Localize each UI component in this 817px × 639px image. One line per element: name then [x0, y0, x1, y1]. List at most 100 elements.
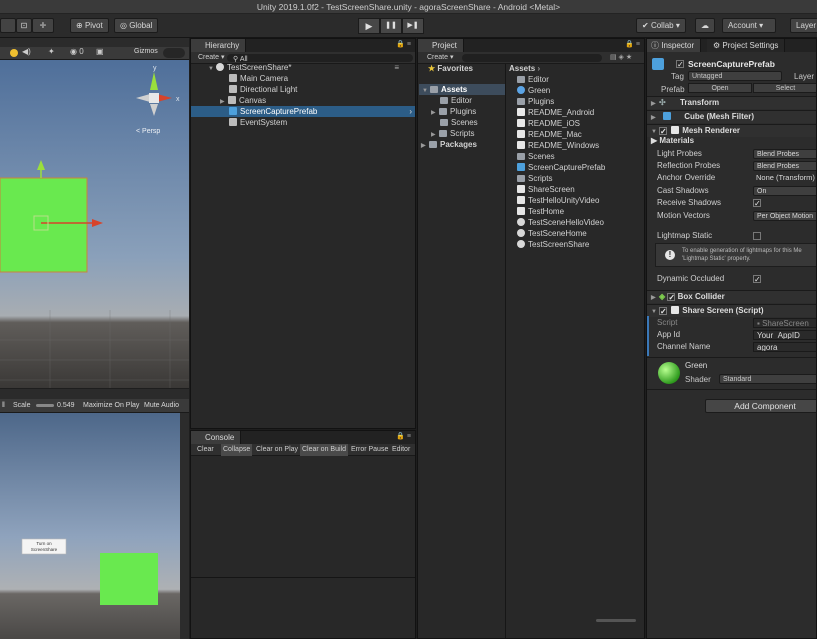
- expand-triangle-icon[interactable]: ▶: [651, 292, 659, 304]
- channel-name-field[interactable]: agora: [753, 342, 816, 352]
- game-scrollbar[interactable]: [180, 413, 189, 639]
- asset-item[interactable]: TestSceneHome: [517, 228, 587, 239]
- share-screen-component-header[interactable]: ▼ ✓ Share Screen (Script): [647, 304, 816, 317]
- game-view[interactable]: ‖ Scale 0.549 Maximize On Play Mute Audi…: [0, 389, 189, 639]
- light-probes-dropdown[interactable]: Blend Probes: [753, 149, 816, 159]
- box-collider-component-header[interactable]: ▶ ◈ ✓ Box Collider: [647, 290, 816, 303]
- box-collider-enabled-checkbox[interactable]: ✓: [667, 293, 676, 302]
- inspector-tab[interactable]: ⓘ Inspector: [647, 39, 702, 52]
- mesh-renderer-enabled-checkbox[interactable]: ✓: [659, 127, 667, 136]
- project-search-field[interactable]: [462, 54, 602, 62]
- material-preview-sphere[interactable]: [658, 362, 680, 384]
- rect-tool-button[interactable]: ⊡: [16, 18, 32, 33]
- expand-triangle-icon[interactable]: ▼: [422, 86, 430, 97]
- asset-item[interactable]: Green: [517, 85, 550, 96]
- scene-viewport[interactable]: y x < Persp: [0, 60, 189, 388]
- gizmos-dropdown[interactable]: Gizmos: [134, 48, 158, 55]
- favorites-row[interactable]: ★ Favorites: [428, 63, 473, 74]
- scene-search-field[interactable]: [163, 48, 185, 58]
- scene-view[interactable]: ◀) ✦ ◉ 0 ▣ Gizmos y x < Persp: [0, 38, 189, 388]
- expand-triangle-icon[interactable]: ▶: [431, 108, 439, 119]
- cloud-button[interactable]: ☁: [695, 18, 715, 33]
- scale-slider[interactable]: [36, 404, 54, 407]
- active-checkbox[interactable]: ✓: [676, 60, 684, 69]
- console-clear-button[interactable]: Clear: [197, 444, 214, 456]
- share-screen-enabled-checkbox[interactable]: ✓: [659, 307, 667, 316]
- tree-assets-row[interactable]: ▼ Assets: [419, 84, 505, 95]
- dynamic-occluded-checkbox[interactable]: ✓: [753, 275, 761, 284]
- asset-item[interactable]: Editor: [517, 74, 549, 85]
- hierarchy-menu-icon[interactable]: 🔒 ≡: [396, 40, 411, 48]
- asset-item[interactable]: ScreenCapturePrefab: [517, 162, 605, 173]
- prefab-open-button[interactable]: Open: [688, 83, 752, 93]
- project-split-divider[interactable]: [505, 64, 506, 638]
- motion-vectors-dropdown[interactable]: Per Object Motion: [753, 211, 816, 221]
- console-menu-icon[interactable]: 🔒 ≡: [396, 432, 411, 440]
- project-menu-icon[interactable]: 🔒 ≡: [625, 40, 640, 48]
- project-settings-tab[interactable]: ⚙ Project Settings: [707, 39, 786, 52]
- asset-item[interactable]: Scripts: [517, 173, 552, 184]
- chevron-right-icon[interactable]: ›: [409, 106, 412, 117]
- tree-item-plugins[interactable]: ▶ Plugins: [431, 106, 476, 117]
- audio-toggle-icon[interactable]: ◀): [22, 47, 31, 56]
- console-divider[interactable]: [191, 577, 415, 578]
- hierarchy-item-canvas[interactable]: ▶ Canvas: [191, 95, 415, 106]
- pivot-toggle[interactable]: ⊕ Pivot: [70, 18, 109, 33]
- asset-item[interactable]: TestSceneHelloVideo: [517, 217, 604, 228]
- app-id-field[interactable]: Your_AppID: [753, 330, 816, 340]
- hierarchy-scene-row[interactable]: ▼ TestScreenShare* ≡: [191, 62, 415, 73]
- hierarchy-item-main-camera[interactable]: Main Camera: [191, 73, 415, 84]
- asset-item[interactable]: TestHome: [517, 206, 564, 217]
- step-button[interactable]: ▶❚: [402, 18, 424, 34]
- project-tab[interactable]: Project: [418, 39, 464, 52]
- console-clear-on-build-button[interactable]: Clear on Build: [300, 444, 348, 456]
- tree-item-scenes[interactable]: Scenes: [440, 117, 478, 128]
- scene-menu-icon[interactable]: ≡: [394, 62, 399, 73]
- pause-button[interactable]: ❚❚: [380, 18, 402, 34]
- collab-dropdown[interactable]: ✔ Collab ▾: [636, 18, 686, 33]
- hierarchy-tab[interactable]: Hierarchy: [191, 39, 247, 52]
- tag-dropdown[interactable]: Untagged: [688, 71, 782, 81]
- display-dropdown[interactable]: ‖: [2, 399, 5, 413]
- console-error-pause-button[interactable]: Error Pause: [351, 444, 388, 456]
- asset-item[interactable]: Plugins: [517, 96, 554, 107]
- hierarchy-search-field[interactable]: ⚲ All: [227, 54, 413, 63]
- icon-size-slider[interactable]: [596, 619, 636, 622]
- materials-foldout[interactable]: ▶ Materials: [651, 136, 694, 145]
- account-dropdown[interactable]: Account ▾: [722, 18, 776, 33]
- scene-cube[interactable]: [0, 177, 88, 273]
- expand-triangle-icon[interactable]: ▶: [651, 112, 659, 124]
- layers-dropdown[interactable]: Layer: [790, 18, 817, 33]
- mesh-filter-component-header[interactable]: ▶ Cube (Mesh Filter): [647, 110, 816, 123]
- prefab-select-button[interactable]: Select: [753, 83, 816, 93]
- shader-dropdown[interactable]: Standard: [719, 374, 816, 384]
- transform-component-header[interactable]: ▶ ✣ Transform: [647, 96, 816, 109]
- tree-item-scripts[interactable]: ▶ Scripts: [431, 128, 474, 139]
- asset-item[interactable]: ShareScreen: [517, 184, 575, 195]
- play-button[interactable]: ▶: [358, 18, 380, 34]
- hierarchy-item-screencaptureprefab[interactable]: ScreenCapturePrefab ›: [191, 106, 415, 117]
- asset-item[interactable]: TestScreenShare: [517, 239, 589, 250]
- filter-icons[interactable]: ▤ ◈ ★: [610, 52, 632, 64]
- hand-tool-button[interactable]: [0, 18, 16, 33]
- receive-shadows-checkbox[interactable]: ✓: [753, 199, 761, 208]
- asset-item[interactable]: TestHelloUnityVideo: [517, 195, 599, 206]
- camera-settings-icon[interactable]: ▣: [96, 47, 104, 56]
- mute-audio-toggle[interactable]: Mute Audio: [144, 399, 179, 413]
- anchor-override-field[interactable]: None (Transform): [753, 173, 816, 183]
- asset-item[interactable]: README_iOS: [517, 118, 580, 129]
- asset-item[interactable]: README_Windows: [517, 140, 599, 151]
- asset-item[interactable]: README_Android: [517, 107, 594, 118]
- asset-item[interactable]: README_Mac: [517, 129, 582, 140]
- effects-toggle-icon[interactable]: ✦: [48, 47, 55, 56]
- add-component-button[interactable]: Add Component: [705, 399, 816, 413]
- object-name-field[interactable]: ScreenCapturePrefab: [688, 59, 775, 69]
- expand-triangle-icon[interactable]: ▶: [651, 98, 659, 110]
- console-collapse-button[interactable]: Collapse: [221, 444, 253, 456]
- lightmap-static-checkbox[interactable]: [753, 232, 761, 240]
- reflection-probes-dropdown[interactable]: Blend Probes: [753, 161, 816, 171]
- hidden-objects-icon[interactable]: ◉ 0: [70, 47, 84, 56]
- perspective-label[interactable]: < Persp: [136, 128, 160, 135]
- console-tab[interactable]: Console: [191, 431, 242, 444]
- cast-shadows-dropdown[interactable]: On: [753, 186, 816, 196]
